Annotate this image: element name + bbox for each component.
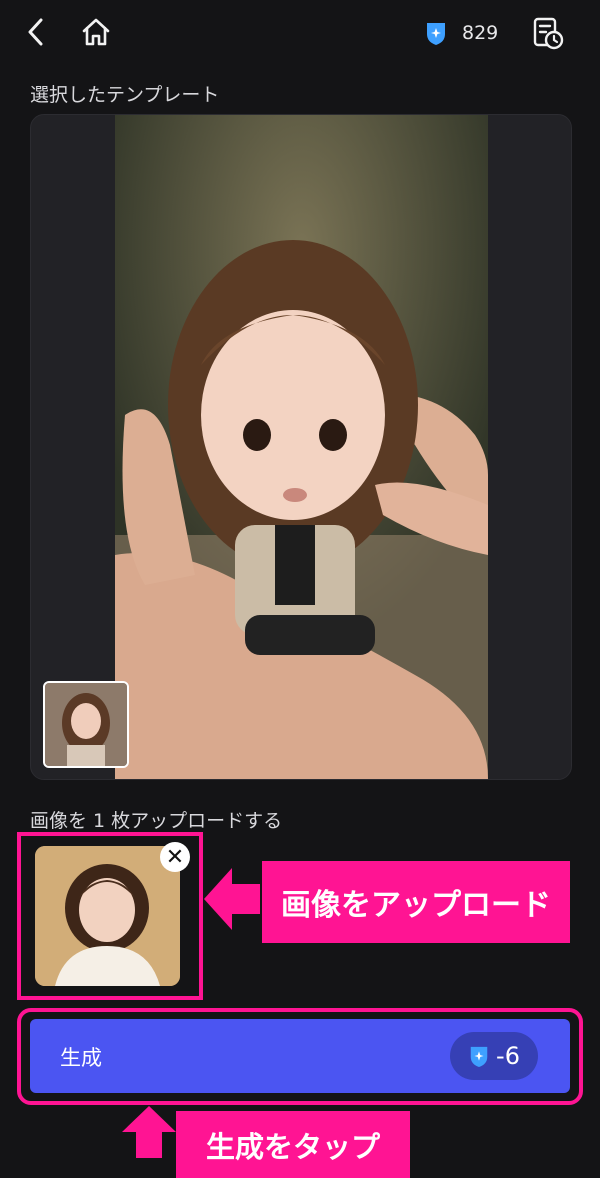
credit-badge-icon <box>470 1046 488 1067</box>
upload-callout-label: 画像をアップロード <box>262 861 570 943</box>
home-icon <box>82 18 110 46</box>
history-icon <box>533 17 564 50</box>
template-face-thumbnail[interactable] <box>43 681 129 768</box>
uploaded-portrait <box>35 846 180 986</box>
generate-button[interactable]: 生成 -6 <box>30 1019 570 1093</box>
remove-image-button[interactable]: ✕ <box>160 842 190 872</box>
generate-label: 生成 <box>60 1046 102 1070</box>
back-button[interactable] <box>18 14 54 50</box>
template-face-image <box>45 683 127 766</box>
upload-section-label: 画像を 1 枚アップロードする <box>30 810 283 832</box>
close-icon: ✕ <box>165 844 185 870</box>
credits-count: 829 <box>462 22 499 44</box>
template-illustration <box>115 115 488 779</box>
arrow-left-icon <box>204 868 260 930</box>
tap-callout-arrow <box>122 1106 176 1162</box>
back-arrow-icon <box>28 18 43 46</box>
template-photo <box>115 115 488 779</box>
tap-callout-label: 生成をタップ <box>176 1111 410 1178</box>
home-button[interactable] <box>78 14 114 50</box>
generate-cost-value: -6 <box>496 1042 520 1070</box>
credits-display: 829 <box>424 18 498 48</box>
arrow-up-icon <box>122 1106 176 1158</box>
upload-callout-arrow <box>204 868 260 934</box>
history-button[interactable] <box>528 14 566 52</box>
generate-cost: -6 <box>450 1032 538 1080</box>
template-section-label: 選択したテンプレート <box>30 84 220 106</box>
uploaded-image[interactable] <box>35 846 180 986</box>
credit-badge-icon <box>427 23 445 45</box>
